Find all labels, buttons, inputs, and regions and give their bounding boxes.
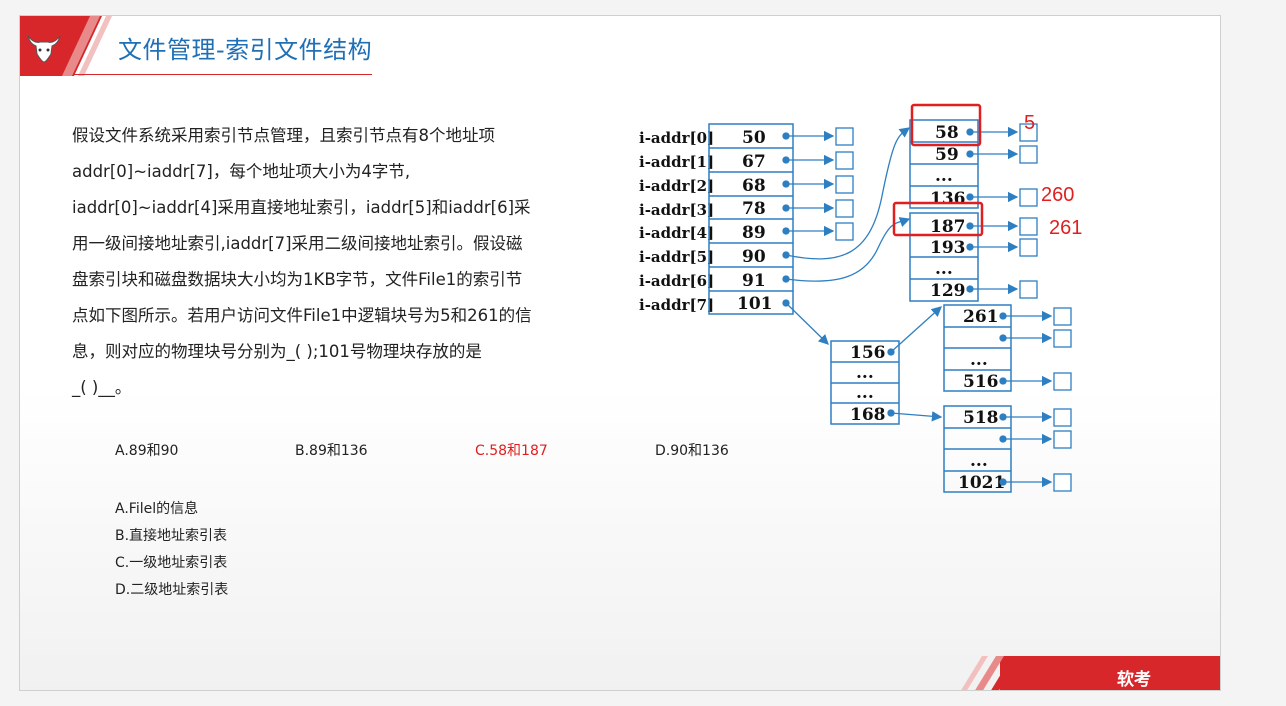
block-e-value: ...	[970, 451, 988, 471]
block-a-value: ...	[935, 166, 953, 186]
inode-values: 50 67 68 78 89 90 91 101	[737, 128, 773, 314]
data-blocks-de	[1053, 307, 1072, 492]
inode-label: i-addr[5]	[639, 248, 714, 266]
inode-label: i-addr[7]	[639, 296, 714, 314]
data-blocks-direct	[835, 127, 854, 241]
inode-value: 67	[742, 152, 766, 172]
block-e-value: 518	[963, 408, 999, 428]
block-d-value: 516	[963, 372, 999, 392]
block-c-value: 168	[850, 405, 886, 425]
block-ab-pointers	[966, 126, 1019, 295]
block-c-value: 156	[850, 343, 886, 363]
inode-value: 89	[742, 223, 766, 243]
index-block-c-values: 156 ... ... 168	[850, 343, 886, 425]
inode-value: 68	[742, 176, 766, 196]
inode-label: i-addr[4]	[639, 224, 714, 242]
inode-value: 91	[742, 271, 766, 291]
annotation-261: 261	[1049, 217, 1082, 239]
inode-label: i-addr[0]	[639, 129, 714, 147]
block-a-value: 59	[935, 145, 959, 165]
inode-labels: i-addr[0] i-addr[1] i-addr[2] i-addr[3] …	[639, 129, 714, 314]
inode-value: 78	[742, 199, 766, 219]
index-block-a-values: 58 59 ... 136	[930, 123, 966, 209]
footer-stripes	[961, 656, 1020, 690]
inode-value: 90	[742, 247, 766, 267]
inode-label: i-addr[2]	[639, 177, 714, 195]
block-c-value: ...	[856, 383, 874, 403]
index-block-b-values: 187 193 ... 129	[930, 217, 966, 301]
block-c-value: ...	[856, 363, 874, 383]
footer-label: 软考	[1117, 670, 1151, 690]
block-b-value: ...	[935, 259, 953, 279]
data-blocks-ab	[1019, 123, 1038, 299]
inode-label: i-addr[1]	[639, 153, 714, 171]
annotation-260: 260	[1041, 184, 1074, 206]
block-b-value: 193	[930, 238, 966, 258]
annotation-5: 5	[1024, 112, 1035, 134]
index-structure-diagram: i-addr[0] i-addr[1] i-addr[2] i-addr[3] …	[639, 103, 1082, 493]
block-e-value: 1021	[958, 473, 1005, 493]
block-a-value: 58	[935, 123, 959, 143]
index-block-e-values: 518 ... 1021	[958, 408, 1005, 493]
slide: 文件管理-索引文件结构 假设文件系统采用索引节点管理，且索引节点有8个地址项 a…	[19, 15, 1221, 691]
block-de-pointers	[999, 310, 1053, 488]
inode-label: i-addr[3]	[639, 201, 714, 219]
index-block-d-values: 261 ... 516	[963, 307, 999, 392]
inode-value: 50	[742, 128, 766, 148]
block-a-value: 136	[930, 189, 966, 209]
block-d-value: ...	[970, 350, 988, 370]
inode-label: i-addr[6]	[639, 272, 714, 290]
inode-value: 101	[737, 294, 773, 314]
block-d-value: 261	[963, 307, 999, 327]
footer-band	[961, 656, 1220, 690]
block-b-value: 129	[930, 281, 966, 301]
